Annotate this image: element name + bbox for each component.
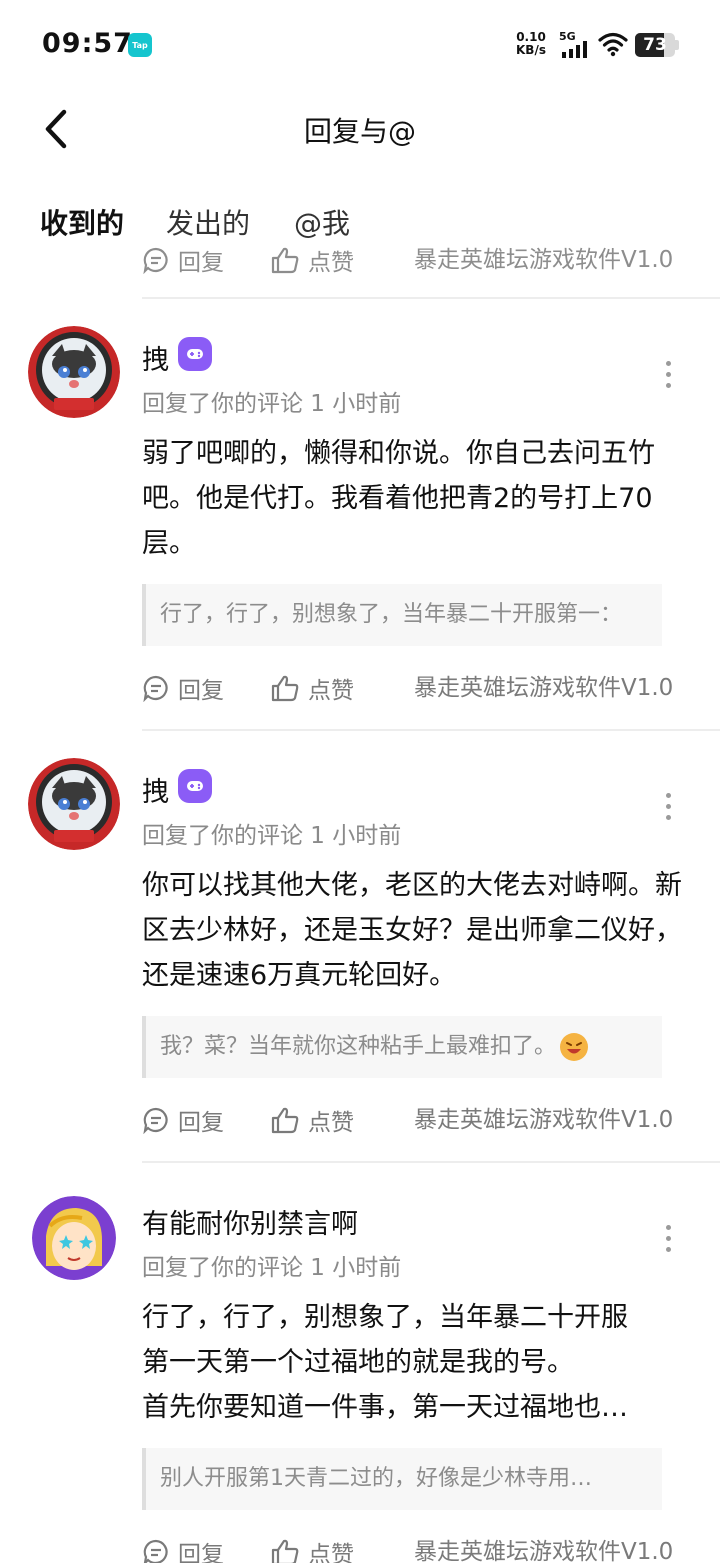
game-controller-badge-icon [178, 769, 212, 803]
username[interactable]: 拽 [142, 338, 169, 377]
avatar-image [32, 1196, 116, 1280]
action-row: 回复 点赞 暴走英雄坛游戏软件V1.0 [142, 1100, 702, 1140]
reply-label: 回复 [178, 250, 224, 276]
comment-icon [143, 675, 168, 702]
like-button[interactable]: 点赞 [270, 668, 354, 708]
message-list: 回复 点赞 暴走英雄坛游戏软件V1.0 拽 回复了你的评论 1 小时前 弱了吧唧… [0, 236, 720, 1563]
username[interactable]: 拽 [142, 770, 169, 809]
nav-bar: 回复与@ [0, 92, 720, 168]
quoted-comment[interactable]: 别人开服第1天青二过的，好像是少林寺用… [142, 1448, 662, 1510]
comment-icon [143, 247, 168, 274]
more-options-button[interactable] [656, 786, 680, 826]
battery-percent: 73 [643, 35, 667, 55]
reply-label: 回复 [178, 678, 224, 704]
like-button[interactable]: 点赞 [270, 1532, 354, 1563]
network-speed-unit: KB/s [516, 43, 546, 57]
reply-content-line: 首先你要知道一件事，第一天过福地也… [142, 1392, 628, 1423]
reply-content[interactable]: 行了，行了，别想象了，当年暴二十开服 第一天第一个过福地的就是我的号。 首先你要… [142, 1295, 702, 1430]
reply-button[interactable]: 回复 [142, 1100, 224, 1140]
avatar[interactable] [28, 326, 120, 418]
reply-meta: 回复了你的评论 1 小时前 [142, 391, 402, 417]
thumbs-up-icon [271, 1539, 299, 1563]
action-row: 回复 点赞 暴走英雄坛游戏软件V1.0 [142, 668, 702, 708]
reply-content[interactable]: 你可以找其他大佬，老区的大佬去对峙啊。新区去少林好，还是玉女好？是出师拿二仪好，… [142, 863, 687, 998]
source-label: 暴走英雄坛游戏软件V1.0 [414, 1539, 674, 1563]
action-row: 回复 点赞 暴走英雄坛游戏软件V1.0 [142, 1532, 702, 1563]
partial-actions: 回复 点赞 暴走英雄坛游戏软件V1.0 [142, 240, 702, 280]
reply-content-line: 第一天第一个过福地的就是我的号。 [142, 1347, 574, 1378]
reply-button[interactable]: 回复 [142, 668, 224, 708]
avatar[interactable] [28, 758, 120, 850]
reply-content-line: 行了，行了，别想象了，当年暴二十开服 [142, 1302, 628, 1333]
reply-label: 回复 [178, 1542, 224, 1563]
reply-meta: 回复了你的评论 1 小时前 [142, 1255, 402, 1281]
reply-button[interactable]: 回复 [142, 240, 224, 280]
source-label: 暴走英雄坛游戏软件V1.0 [414, 675, 674, 701]
wifi-icon [598, 32, 628, 57]
more-options-button[interactable] [656, 354, 680, 394]
like-label: 点赞 [308, 678, 354, 704]
reply-content[interactable]: 弱了吧唧的，懒得和你说。你自己去问五竹吧。他是代打。我看着他把青2的号打上70层… [142, 431, 687, 566]
list-item[interactable]: 拽 回复了你的评论 1 小时前 弱了吧唧的，懒得和你说。你自己去问五竹吧。他是代… [0, 298, 720, 730]
like-label: 点赞 [308, 1110, 354, 1136]
like-label: 点赞 [308, 250, 354, 276]
status-bar: 09:57 Tap 0.10 KB/s 5G 73 [0, 0, 720, 92]
quoted-comment[interactable]: 我？菜？当年就你这种粘手上最难扣了。 [142, 1016, 662, 1078]
list-item[interactable]: 拽 回复了你的评论 1 小时前 你可以找其他大佬，老区的大佬去对峙啊。新区去少林… [0, 730, 720, 1162]
reply-meta: 回复了你的评论 1 小时前 [142, 823, 402, 849]
avatar-image [28, 758, 120, 850]
reply-button[interactable]: 回复 [142, 1532, 224, 1563]
comment-icon [143, 1107, 168, 1134]
game-controller-badge-icon [178, 337, 212, 371]
status-time: 09:57 [42, 28, 133, 59]
source-label: 暴走英雄坛游戏软件V1.0 [414, 1107, 674, 1133]
cellular-signal-icon [562, 41, 587, 58]
emoji-laughing-icon [560, 1033, 589, 1061]
reply-label: 回复 [178, 1110, 224, 1136]
more-options-button[interactable] [656, 1218, 680, 1258]
page-title: 回复与@ [303, 115, 416, 148]
avatar-image [28, 326, 120, 418]
comment-icon [143, 1539, 168, 1563]
thumbs-up-icon [271, 1107, 299, 1134]
source-label: 暴走英雄坛游戏软件V1.0 [414, 247, 674, 273]
thumbs-up-icon [271, 675, 299, 702]
battery-icon: 73 [635, 33, 679, 57]
list-item[interactable]: 有能耐你别禁言啊 回复了你的评论 1 小时前 行了，行了，别想象了，当年暴二十开… [0, 1162, 720, 1563]
quoted-comment[interactable]: 行了，行了，别想象了，当年暴二十开服第一： [142, 584, 662, 646]
avatar[interactable] [32, 1196, 116, 1280]
network-speed: 0.10 KB/s [516, 31, 546, 57]
like-button[interactable]: 点赞 [270, 240, 354, 280]
tap-app-icon: Tap [128, 33, 152, 57]
username[interactable]: 有能耐你别禁言啊 [142, 1202, 358, 1241]
quoted-comment-text: 我？菜？当年就你这种粘手上最难扣了。 [160, 1034, 557, 1059]
like-button[interactable]: 点赞 [270, 1100, 354, 1140]
thumbs-up-icon [271, 247, 299, 274]
like-label: 点赞 [308, 1542, 354, 1563]
